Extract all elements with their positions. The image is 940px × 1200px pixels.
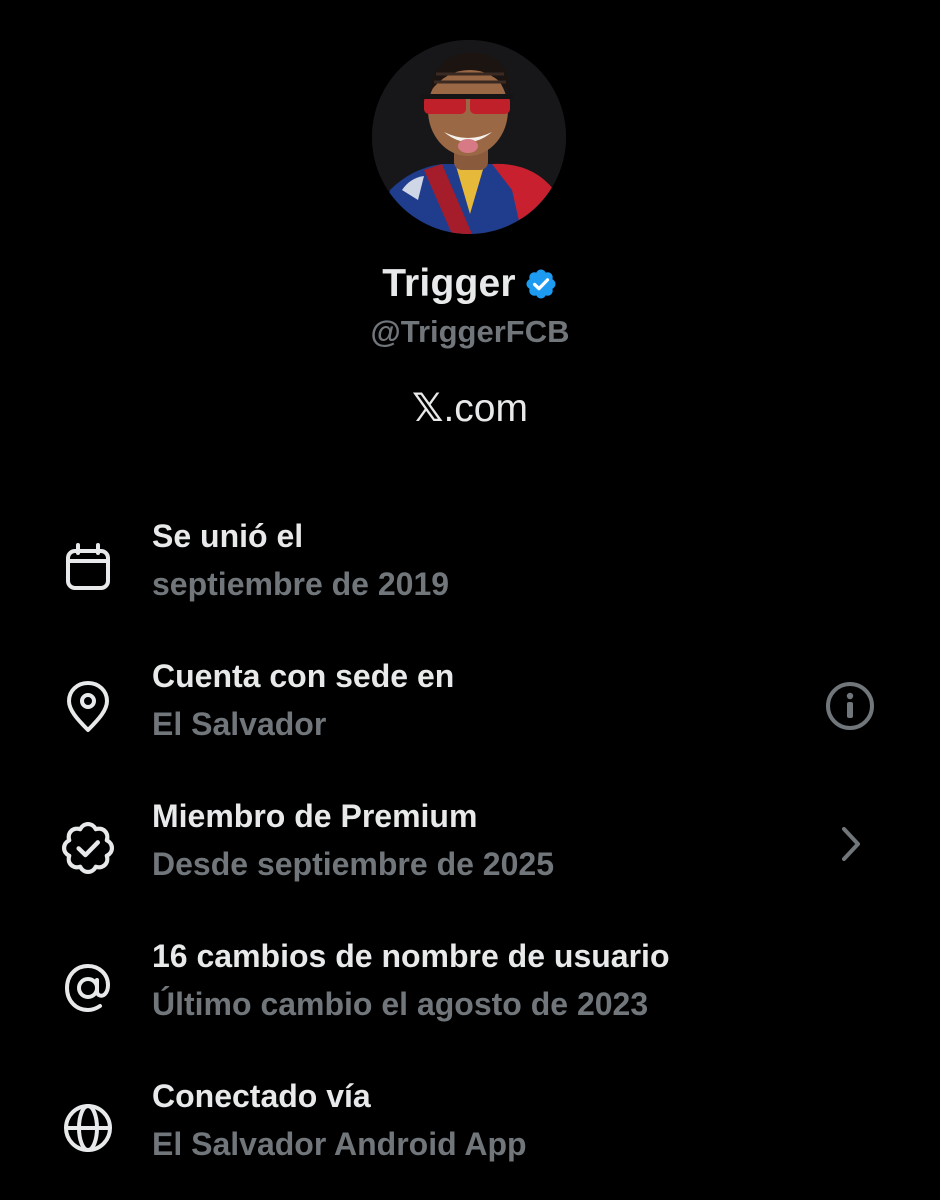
profile-avatar[interactable] (372, 40, 566, 234)
about-subtitle: El Salvador Android App (152, 1126, 527, 1162)
about-title: 16 cambios de nombre de usuario (152, 938, 670, 974)
location-pin-icon (60, 680, 116, 736)
about-subtitle: septiembre de 2019 (152, 566, 450, 602)
about-subtitle: Último cambio el agosto de 2023 (152, 986, 649, 1022)
about-title: Se unió el (152, 518, 304, 554)
about-title: Miembro de Premium (152, 798, 478, 834)
name-row: Trigger (0, 262, 940, 306)
about-row-location: Cuenta con sede en El Salvador (0, 658, 940, 758)
about-title: Conectado vía (152, 1078, 371, 1114)
chevron-right-icon[interactable] (820, 814, 880, 874)
about-title: Cuenta con sede en (152, 658, 455, 694)
site-suffix: .com (443, 387, 528, 430)
verified-badge-icon (60, 820, 116, 876)
calendar-icon (60, 540, 116, 596)
about-row-premium[interactable]: Miembro de Premium Desde septiembre de 2… (0, 798, 940, 898)
avatar-image (372, 40, 566, 234)
info-icon[interactable] (820, 676, 880, 736)
about-row-username-changes: 16 cambios de nombre de usuario Último c… (0, 938, 940, 1038)
about-subtitle: Desde septiembre de 2025 (152, 846, 554, 882)
display-name: Trigger (382, 262, 516, 305)
about-subtitle: El Salvador (152, 706, 327, 742)
globe-icon (60, 1100, 116, 1156)
x-logo-icon: 𝕏 (412, 387, 444, 430)
profile-handle: @TriggerFCB (370, 314, 570, 349)
about-row-joined: Se unió el septiembre de 2019 (0, 518, 940, 618)
about-row-connected-via: Conectado vía El Salvador Android App (0, 1078, 940, 1178)
site-label: 𝕏.com (0, 386, 940, 431)
verified-icon[interactable] (524, 267, 558, 301)
at-sign-icon (60, 960, 116, 1016)
